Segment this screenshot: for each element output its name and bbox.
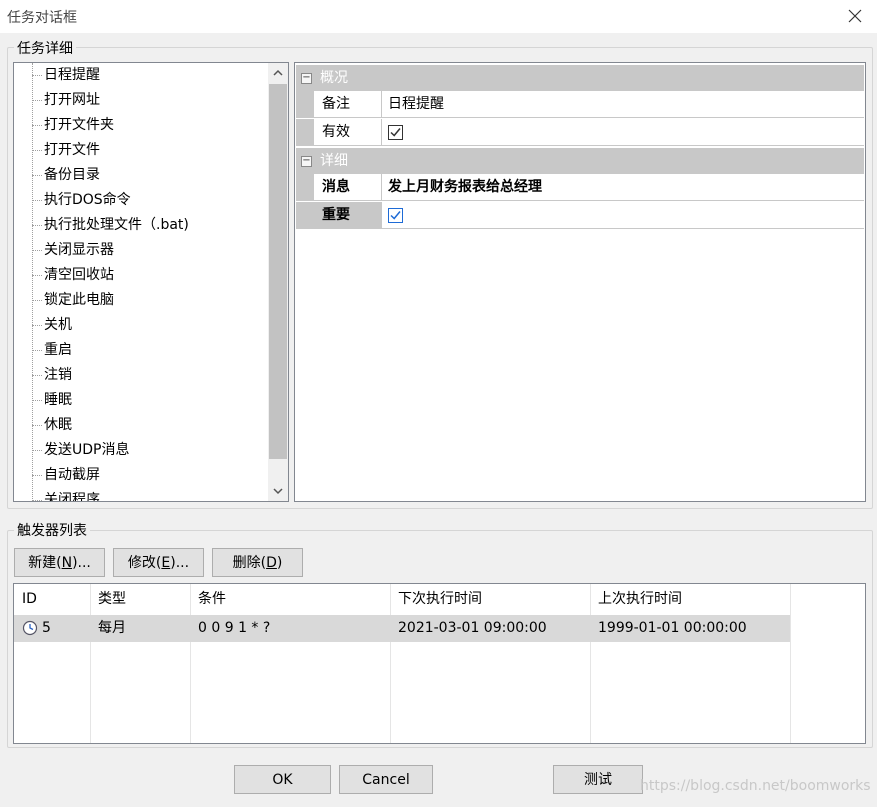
tree-item[interactable]: 注销 [14,363,268,388]
tree-item[interactable]: 关闭程序 [14,488,268,502]
scroll-up-icon[interactable] [268,63,288,83]
checkmark-icon [390,211,401,220]
column-header-next-run[interactable]: 下次执行时间 [390,584,590,615]
tree-items: 日程提醒打开网址打开文件夹打开文件备份目录执行DOS命令执行批处理文件（.bat… [14,63,268,502]
tree-item-label: 睡眠 [44,392,72,408]
tree-item[interactable]: 关机 [14,313,268,338]
enabled-checkbox[interactable] [388,125,403,140]
column-header-id[interactable]: ID [14,584,90,615]
tree-item[interactable]: 执行批处理文件（.bat) [14,213,268,238]
category-details[interactable]: − 详细 [296,148,864,174]
task-details-legend: 任务详细 [14,38,76,58]
scroll-thumb[interactable] [269,84,287,459]
property-row-important[interactable]: 重要 [296,202,864,229]
collapse-icon[interactable]: − [301,156,312,167]
tree-item-label: 清空回收站 [44,267,114,283]
property-value[interactable]: 发上月财务报表给总经理 [382,174,864,201]
tree-item-label: 打开网址 [44,92,100,108]
tree-item-label: 关闭程序 [44,492,100,502]
tree-item-label: 打开文件 [44,142,100,158]
tree-item[interactable]: 打开网址 [14,88,268,113]
tree-item-label: 重启 [44,342,72,358]
property-value[interactable] [382,119,864,146]
scroll-down-icon[interactable] [268,481,288,501]
tree-item-label: 发送UDP消息 [44,442,130,458]
trigger-list-legend: 触发器列表 [14,520,90,540]
tree-item-label: 休眠 [44,417,72,433]
column-header-type[interactable]: 类型 [90,584,190,615]
delete-trigger-button[interactable]: 删除(D) [212,548,303,577]
tree-item-label: 注销 [44,367,72,383]
tree-item[interactable]: 休眠 [14,413,268,438]
cancel-button[interactable]: Cancel [339,765,433,794]
ok-button[interactable]: OK [234,765,331,794]
test-button[interactable]: 测试 [553,765,643,794]
important-checkbox[interactable] [388,208,403,223]
table-row[interactable]: 5 每月 0 0 9 1 * ? 2021-03-01 09:00:00 199… [14,615,790,642]
tree-item[interactable]: 自动截屏 [14,463,268,488]
property-grid[interactable]: − 概况 备注 日程提醒 有效 − 详细 消息 发上月财务报表给总经理 重要 [294,62,866,502]
tree-item-label: 打开文件夹 [44,117,114,133]
property-name: 备注 [314,91,382,118]
tree-item-label: 执行DOS命令 [44,192,131,208]
cell-type: 每月 [98,620,126,636]
action-tree[interactable]: 日程提醒打开网址打开文件夹打开文件备份目录执行DOS命令执行批处理文件（.bat… [13,62,289,502]
list-header: ID 类型 条件 下次执行时间 上次执行时间 [14,584,790,615]
tree-item-label: 备份目录 [44,167,100,183]
property-value[interactable]: 日程提醒 [382,91,864,118]
tree-item[interactable]: 备份目录 [14,163,268,188]
edit-trigger-button[interactable]: 修改(E)... [113,548,204,577]
new-trigger-button[interactable]: 新建(N)... [14,548,105,577]
tree-scrollbar[interactable] [268,63,288,501]
tree-item[interactable]: 锁定此电脑 [14,288,268,313]
property-value[interactable] [382,202,864,229]
column-header-last-run[interactable]: 上次执行时间 [590,584,790,615]
property-row-note[interactable]: 备注 日程提醒 [296,91,864,118]
cell-condition: 0 0 9 1 * ? [198,620,271,636]
collapse-icon[interactable]: − [301,73,312,84]
title-bar: 任务对话框 [0,0,877,33]
property-row-message[interactable]: 消息 发上月财务报表给总经理 [296,174,864,201]
tree-item[interactable]: 日程提醒 [14,63,268,88]
column-header-condition[interactable]: 条件 [190,584,390,615]
tree-item[interactable]: 睡眠 [14,388,268,413]
tree-item-label: 关闭显示器 [44,242,114,258]
category-label: 概况 [320,70,348,86]
property-name: 有效 [314,119,382,146]
cell-next-run: 2021-03-01 09:00:00 [398,620,547,636]
cell-id: 5 [42,620,51,636]
category-label: 详细 [320,153,348,169]
close-icon[interactable] [843,4,867,28]
checkmark-icon [390,128,401,137]
tree-item[interactable]: 执行DOS命令 [14,188,268,213]
property-row-enabled[interactable]: 有效 [296,119,864,146]
tree-item-label: 日程提醒 [44,67,100,83]
tree-item[interactable]: 发送UDP消息 [14,438,268,463]
window-title: 任务对话框 [7,10,77,26]
tree-item[interactable]: 重启 [14,338,268,363]
watermark-text: https://blog.csdn.net/boomworks [640,778,871,794]
tree-item-label: 执行批处理文件（.bat) [44,217,189,233]
property-name: 重要 [314,202,382,229]
trigger-list[interactable]: ID 类型 条件 下次执行时间 上次执行时间 5 每月 0 0 9 1 * ? … [13,583,866,744]
property-name: 消息 [314,174,382,201]
tree-item[interactable]: 打开文件 [14,138,268,163]
tree-item-label: 自动截屏 [44,467,100,483]
tree-item[interactable]: 关闭显示器 [14,238,268,263]
category-overview[interactable]: − 概况 [296,65,864,91]
tree-item-label: 关机 [44,317,72,333]
tree-item[interactable]: 清空回收站 [14,263,268,288]
tree-item[interactable]: 打开文件夹 [14,113,268,138]
cell-last-run: 1999-01-01 00:00:00 [598,620,747,636]
tree-item-label: 锁定此电脑 [44,292,114,308]
